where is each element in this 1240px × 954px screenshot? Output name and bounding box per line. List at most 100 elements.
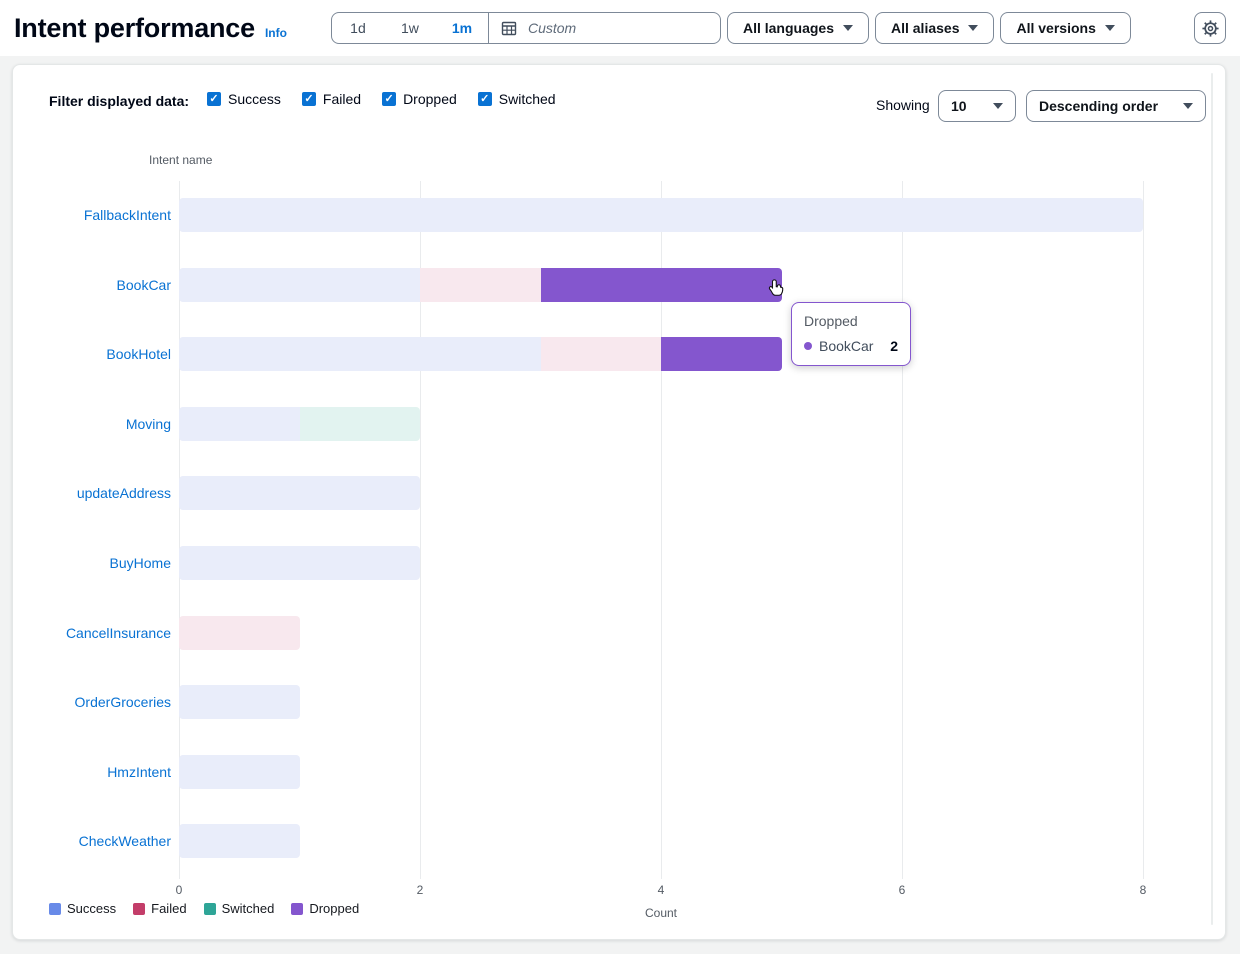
intent-link[interactable]: CancelInsurance	[25, 623, 171, 643]
intent-link[interactable]: BuyHome	[25, 553, 171, 573]
legend-swatch-icon	[204, 903, 216, 915]
filter-label: Filter displayed data:	[49, 93, 189, 109]
time-range-1m[interactable]: 1m	[436, 13, 488, 43]
checkbox-switched-box: ✓	[478, 92, 492, 106]
checkbox-dropped[interactable]: ✓ Dropped	[382, 91, 457, 107]
bar-segment-dropped[interactable]	[541, 268, 782, 302]
settings-button[interactable]	[1194, 12, 1226, 44]
intent-link[interactable]: CheckWeather	[25, 831, 171, 851]
legend-swatch-icon	[133, 903, 145, 915]
legend-swatch-icon	[291, 903, 303, 915]
bar-row	[179, 337, 782, 371]
bar-segment-success[interactable]	[179, 198, 1143, 232]
info-link[interactable]: Info	[265, 26, 287, 40]
bar-segment-failed[interactable]	[420, 268, 541, 302]
time-range-1d[interactable]: 1d	[332, 13, 384, 43]
aliases-dropdown[interactable]: All aliases	[875, 12, 995, 44]
checkbox-success[interactable]: ✓ Success	[207, 91, 281, 107]
time-range-group: 1d 1w 1m	[331, 12, 721, 44]
gear-icon	[1202, 20, 1219, 37]
intent-performance-panel: Filter displayed data: ✓ Success ✓ Faile…	[12, 64, 1226, 940]
gridline	[902, 181, 903, 879]
bar-row	[179, 755, 300, 789]
bar-row	[179, 268, 782, 302]
intent-link[interactable]: BookHotel	[25, 344, 171, 364]
intent-link[interactable]: updateAddress	[25, 483, 171, 503]
aliases-dropdown-label: All aliases	[891, 20, 960, 36]
legend-label: Success	[67, 901, 116, 916]
checkbox-dropped-box: ✓	[382, 92, 396, 106]
x-tick-label: 8	[1140, 883, 1147, 897]
x-tick-label: 4	[658, 883, 665, 897]
legend-label: Dropped	[309, 901, 359, 916]
caret-down-icon	[968, 25, 978, 31]
showing-label: Showing	[876, 97, 930, 113]
intent-link[interactable]: Moving	[25, 414, 171, 434]
page-title: Intent performance	[14, 13, 255, 44]
legend-item-switched[interactable]: Switched	[204, 901, 275, 916]
tooltip-row: BookCar 2	[804, 338, 898, 354]
series-dot-icon	[804, 342, 812, 350]
caret-down-icon	[993, 103, 1003, 109]
checkbox-switched[interactable]: ✓ Switched	[478, 91, 556, 107]
versions-dropdown[interactable]: All versions	[1000, 12, 1130, 44]
calendar-icon	[501, 20, 517, 36]
gridline	[1143, 181, 1144, 879]
checkbox-failed[interactable]: ✓ Failed	[302, 91, 361, 107]
custom-date-input[interactable]	[526, 19, 696, 37]
scrollbar[interactable]	[1211, 73, 1213, 925]
checkbox-failed-box: ✓	[302, 92, 316, 106]
bar-segment-dropped[interactable]	[661, 337, 782, 371]
bar-segment-failed[interactable]	[179, 616, 300, 650]
time-range-1w[interactable]: 1w	[384, 13, 436, 43]
legend-item-dropped[interactable]: Dropped	[291, 901, 359, 916]
checkbox-success-label: Success	[228, 91, 281, 107]
custom-date-picker[interactable]	[488, 13, 720, 43]
legend-swatch-icon	[49, 903, 61, 915]
intent-link[interactable]: HmzIntent	[25, 762, 171, 782]
bar-row	[179, 476, 420, 510]
checkbox-failed-label: Failed	[323, 91, 361, 107]
bar-segment-success[interactable]	[179, 407, 300, 441]
x-tick-label: 0	[176, 883, 183, 897]
sort-order-value: Descending order	[1039, 98, 1158, 114]
bar-segment-success[interactable]	[179, 824, 300, 858]
header-controls: 1d 1w 1m All languages	[331, 12, 1131, 44]
checkbox-dropped-label: Dropped	[403, 91, 457, 107]
tooltip-series-name: BookCar	[819, 338, 873, 354]
legend-item-failed[interactable]: Failed	[133, 901, 186, 916]
bar-segment-success[interactable]	[179, 546, 420, 580]
intent-link[interactable]: OrderGroceries	[25, 692, 171, 712]
bar-segment-success[interactable]	[179, 476, 420, 510]
bar-segment-success[interactable]	[179, 337, 541, 371]
bar-segment-failed[interactable]	[541, 337, 662, 371]
title-wrap: Intent performance Info	[14, 13, 287, 44]
intent-link[interactable]: FallbackIntent	[25, 205, 171, 225]
x-tick-label: 2	[417, 883, 424, 897]
header: Intent performance Info 1d 1w 1m	[0, 0, 1240, 56]
page-size-dropdown[interactable]: 10	[938, 90, 1016, 122]
bar-row	[179, 685, 300, 719]
filter-checkbox-group: ✓ Success ✓ Failed ✓ Dropped ✓ Switched	[207, 91, 556, 107]
versions-dropdown-label: All versions	[1016, 20, 1095, 36]
legend-label: Failed	[151, 901, 186, 916]
checkbox-switched-label: Switched	[499, 91, 556, 107]
languages-dropdown[interactable]: All languages	[727, 12, 869, 44]
chart-legend: Success Failed Switched Dropped	[49, 901, 359, 916]
bar-row	[179, 198, 1143, 232]
bar-segment-switched[interactable]	[300, 407, 421, 441]
bar-segment-success[interactable]	[179, 755, 300, 789]
bar-segment-success[interactable]	[179, 685, 300, 719]
bar-row	[179, 824, 300, 858]
x-axis-title: Count	[645, 906, 677, 920]
bar-row	[179, 546, 420, 580]
sort-order-dropdown[interactable]: Descending order	[1026, 90, 1206, 122]
legend-label: Switched	[222, 901, 275, 916]
page-size-value: 10	[951, 98, 967, 114]
bar-segment-success[interactable]	[179, 268, 420, 302]
legend-item-success[interactable]: Success	[49, 901, 116, 916]
caret-down-icon	[843, 25, 853, 31]
intent-link[interactable]: BookCar	[25, 275, 171, 295]
caret-down-icon	[1105, 25, 1115, 31]
x-tick-label: 6	[899, 883, 906, 897]
